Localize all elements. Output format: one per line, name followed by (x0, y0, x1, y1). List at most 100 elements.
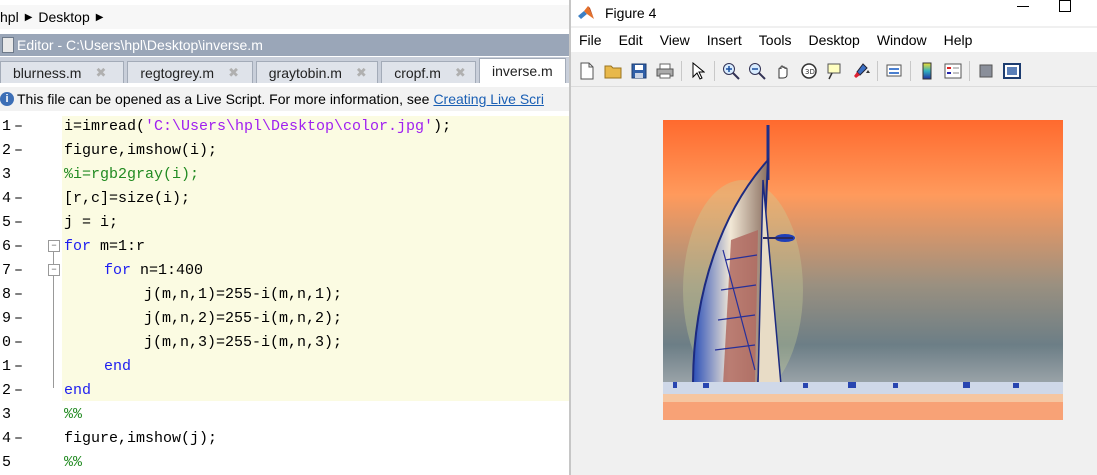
tab-regtogrey[interactable]: regtogrey.m ✖ (127, 61, 253, 83)
code-line: 2 – end (0, 380, 569, 404)
toolbar-separator (969, 61, 970, 81)
line-number: 5 (2, 214, 12, 231)
brush-icon[interactable] (851, 61, 871, 81)
hide-plot-tools-icon[interactable] (976, 61, 996, 81)
save-icon[interactable] (629, 61, 649, 81)
show-plot-tools-icon[interactable] (1002, 61, 1022, 81)
line-number: 9 (2, 310, 12, 327)
figure-window: Figure 4 File Edit View Insert Tools Des… (569, 0, 1097, 475)
menu-file[interactable]: File (579, 32, 602, 48)
close-tab-icon[interactable]: ✖ (356, 65, 367, 81)
minimize-icon[interactable] (1017, 6, 1029, 7)
tab-inverse[interactable]: inverse.m (479, 58, 566, 83)
breakpoint-marker[interactable]: – (14, 238, 23, 255)
info-text: This file can be opened as a Live Script… (17, 91, 430, 107)
menu-desktop[interactable]: Desktop (808, 32, 859, 48)
legend-icon[interactable] (943, 61, 963, 81)
menu-insert[interactable]: Insert (707, 32, 742, 48)
code-line: 1 – end (0, 356, 569, 380)
tab-cropf[interactable]: cropf.m ✖ (381, 61, 477, 83)
breadcrumb-item-hpl[interactable]: hpl (0, 9, 19, 25)
breakpoint-marker[interactable]: – (14, 214, 23, 231)
line-number: 2 (2, 382, 12, 399)
toolbar-separator (910, 61, 911, 81)
breakpoint-marker[interactable]: – (14, 310, 23, 327)
menu-edit[interactable]: Edit (619, 32, 643, 48)
line-number: 3 (2, 166, 12, 183)
line-number: 0 (2, 334, 12, 351)
cell-divider: %% (64, 406, 83, 423)
code-text: figure,imshow(i); (64, 142, 218, 159)
code-text: j(m,n,2)=255-i(m,n,2); (144, 310, 343, 327)
breadcrumb-item-desktop[interactable]: Desktop (38, 9, 89, 25)
breadcrumb-arrow-icon: ▶ (24, 11, 33, 23)
code-text: for n=1:400 (104, 262, 203, 279)
code-line: 4 – [r,c]=size(i); (0, 188, 569, 212)
toolbar-separator (877, 61, 878, 81)
new-figure-icon[interactable] (577, 61, 597, 81)
code-token: n=1:400 (131, 262, 204, 279)
code-keyword: for (104, 262, 132, 279)
pan-icon[interactable] (773, 61, 793, 81)
close-tab-icon[interactable]: ✖ (95, 65, 106, 81)
colorbar-icon[interactable] (917, 61, 937, 81)
menu-help[interactable]: Help (944, 32, 973, 48)
breakpoint-marker[interactable]: – (14, 262, 23, 279)
breakpoint-marker[interactable]: – (14, 358, 23, 375)
cell-divider: %% (64, 454, 83, 471)
svg-text:3D: 3D (805, 68, 815, 76)
figure-title: Figure 4 (605, 5, 657, 21)
rotate-3d-icon[interactable]: 3D (799, 61, 819, 81)
breadcrumb-arrow-icon[interactable]: ▶ (96, 12, 104, 23)
zoom-out-icon[interactable] (747, 61, 767, 81)
toolbar-separator (681, 61, 682, 81)
breakpoint-marker[interactable]: – (14, 118, 23, 135)
menu-window[interactable]: Window (877, 32, 927, 48)
code-area[interactable]: − − 1 – i=imread('C:\Users\hpl\Desktop\c… (0, 116, 569, 475)
breakpoint-marker[interactable]: – (14, 142, 23, 159)
maximize-icon[interactable] (1059, 0, 1071, 12)
print-icon[interactable] (655, 61, 675, 81)
code-text: figure,imshow(j); (64, 430, 218, 447)
figure-toolbar: 3D (571, 56, 1097, 87)
open-file-icon[interactable] (603, 61, 623, 81)
breakpoint-marker[interactable]: – (14, 190, 23, 207)
creating-live-scripts-link[interactable]: Creating Live Scri (433, 91, 544, 107)
zoom-in-icon[interactable] (721, 61, 741, 81)
figure-menu-bar: File Edit View Insert Tools Desktop Wind… (571, 28, 1097, 52)
line-number: 2 (2, 142, 12, 159)
code-line: 0 – j(m,n,3)=255-i(m,n,3); (0, 332, 569, 356)
matlab-logo-icon (578, 6, 594, 19)
line-number: 1 (2, 118, 12, 135)
line-number: 4 (2, 190, 12, 207)
breakpoint-marker[interactable]: – (14, 334, 23, 351)
close-tab-icon[interactable]: ✖ (228, 65, 239, 81)
data-cursor-icon[interactable] (825, 61, 845, 81)
close-tab-icon[interactable]: ✖ (455, 65, 466, 81)
code-line: 3 %% (0, 404, 569, 428)
line-number: 7 (2, 262, 12, 279)
pointer-icon[interactable] (688, 61, 708, 81)
breakpoint-marker[interactable]: – (14, 286, 23, 303)
code-keyword: end (104, 358, 132, 375)
line-number: 4 (2, 430, 12, 447)
tab-graytobin[interactable]: graytobin.m ✖ (255, 61, 379, 83)
figure-title-bar: Figure 4 (571, 0, 1097, 26)
breakpoint-marker[interactable]: – (14, 430, 23, 447)
line-number: 1 (2, 358, 12, 375)
menu-tools[interactable]: Tools (759, 32, 792, 48)
code-line: 3 %i=rgb2gray(i); (0, 164, 569, 188)
code-line: 7 – for n=1:400 (0, 260, 569, 284)
line-number: 3 (2, 406, 12, 423)
editor-panel: hpl ▶ Desktop ▶ Editor - C:\Users\hpl\De… (0, 0, 569, 475)
code-keyword: for (64, 238, 92, 255)
link-plot-icon[interactable] (884, 61, 904, 81)
editor-tab-bar: blurness.m ✖ regtogrey.m ✖ graytobin.m ✖… (0, 57, 569, 83)
menu-view[interactable]: View (660, 32, 690, 48)
tab-blurness[interactable]: blurness.m ✖ (0, 61, 125, 83)
breakpoint-marker[interactable]: – (14, 382, 23, 399)
tab-label: cropf.m (394, 64, 441, 81)
code-keyword: end (64, 382, 92, 399)
line-number: 6 (2, 238, 12, 255)
live-script-info-bar: i This file can be opened as a Live Scri… (0, 87, 569, 111)
